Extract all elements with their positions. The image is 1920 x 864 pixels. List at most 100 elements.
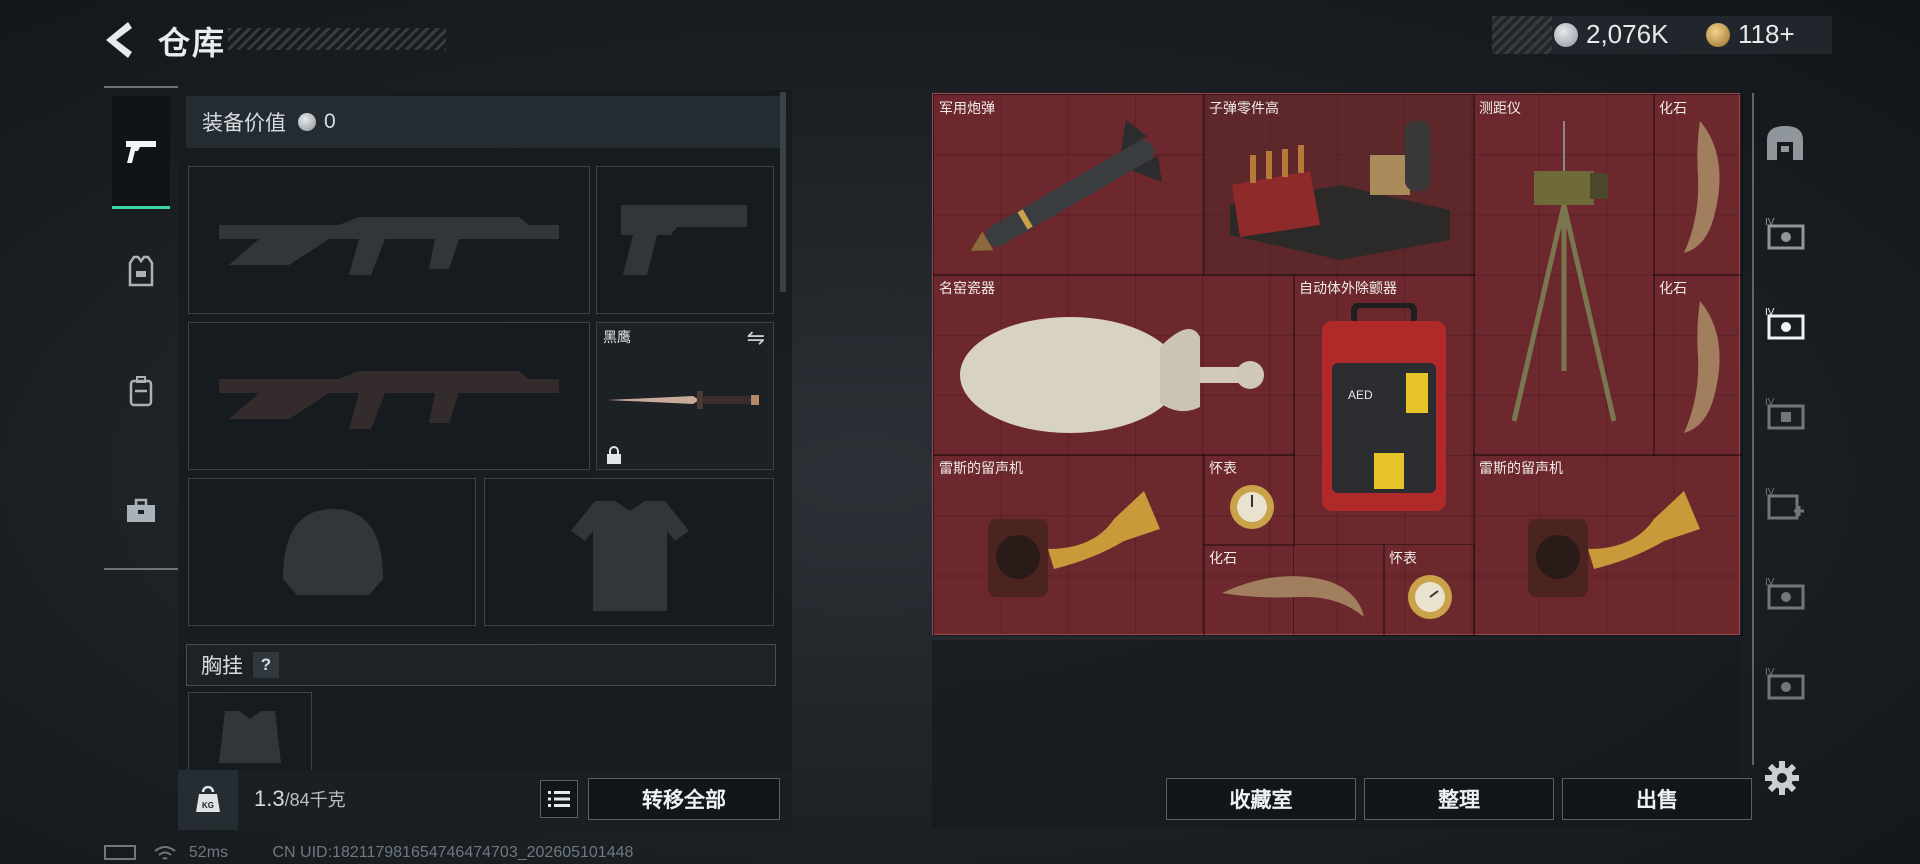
- storage-page-6-button[interactable]: IV: [1760, 651, 1810, 715]
- status-bar: 52ms CN UID:182117981654746474703_202605…: [104, 844, 633, 862]
- svg-text:KG: KG: [202, 801, 214, 810]
- melee-slot[interactable]: 黑鹰 ⇋: [596, 322, 774, 470]
- silver-coin-icon: [1554, 23, 1578, 47]
- swap-icon[interactable]: ⇋: [747, 325, 765, 351]
- body-armor-slot[interactable]: [484, 478, 774, 626]
- storage-item-ammo-parts[interactable]: 子弹零件高: [1203, 94, 1475, 276]
- storage-page-3-button[interactable]: IV: [1760, 381, 1810, 445]
- fossil-claw-icon: [1222, 576, 1364, 617]
- sell-button[interactable]: 出售: [1562, 778, 1752, 820]
- storage-page-5-button[interactable]: IV: [1760, 561, 1810, 625]
- chest-rig-silhouette-icon: [219, 711, 281, 763]
- collection-room-button[interactable]: 收藏室: [1166, 778, 1356, 820]
- gear-icon: [1765, 761, 1799, 795]
- currency-decoration: [1492, 16, 1552, 54]
- wifi-icon: [154, 844, 180, 861]
- weight-current: 1.3: [254, 786, 285, 811]
- storage-box-icon: IV: [1765, 217, 1805, 250]
- pocket-watch-icon: [1408, 575, 1452, 619]
- knife-icon: [607, 391, 759, 409]
- item-label: 雷斯的留声机: [939, 460, 1023, 476]
- storage-item-pocket-watch[interactable]: 怀表: [1203, 454, 1295, 546]
- storage-item-fossil[interactable]: 化石: [1653, 94, 1743, 276]
- transfer-all-button[interactable]: 转移全部: [588, 778, 780, 820]
- gold-coin-icon: [1706, 23, 1730, 47]
- storage-item-fossil[interactable]: 化石: [1203, 544, 1385, 636]
- title-decoration: [228, 28, 446, 50]
- settings-button[interactable]: [1764, 760, 1804, 800]
- storage-page-2-button[interactable]: IV: [1760, 291, 1810, 355]
- storage-page-rail: IV IV IV IV IV IV: [1752, 93, 1812, 765]
- battery-icon: [104, 845, 136, 861]
- rifle-silhouette-icon: [219, 371, 559, 429]
- category-tabs: [104, 86, 178, 570]
- toolbox-icon: [127, 498, 155, 522]
- chest-rig-label: 胸挂: [201, 655, 243, 678]
- back-button[interactable]: [100, 18, 140, 62]
- defibrillator-icon: AED: [1322, 303, 1446, 511]
- pistol-icon: [126, 141, 156, 163]
- equipment-value-amount: 0: [324, 110, 336, 133]
- storage-item-fossil[interactable]: 化石: [1653, 274, 1743, 456]
- storage-item-military-shell[interactable]: 军用炮弹: [933, 94, 1205, 276]
- equipment-scrollbar[interactable]: [780, 92, 786, 292]
- backpack-icon: [129, 376, 153, 407]
- silver-coin-icon: [298, 113, 316, 131]
- pocket-watch-icon: [1230, 485, 1274, 529]
- gold-currency-amount[interactable]: 118+: [1738, 19, 1795, 50]
- organize-button[interactable]: 整理: [1364, 778, 1554, 820]
- silver-currency-amount: 2,076K: [1586, 19, 1669, 49]
- rifle-silhouette-icon: [219, 217, 559, 275]
- item-label: 测距仪: [1479, 100, 1521, 116]
- list-icon: [548, 791, 570, 807]
- back-arrow-icon: [106, 22, 132, 58]
- storage-item-rangefinder[interactable]: 测距仪: [1473, 94, 1655, 456]
- storage-item-gramophone[interactable]: 雷斯的留声机: [933, 454, 1205, 636]
- storage-page-1-button[interactable]: IV: [1760, 201, 1810, 265]
- storage-home-button[interactable]: [1760, 111, 1810, 175]
- missile-icon: [970, 119, 1162, 251]
- fossil-claw-icon: [1684, 121, 1720, 253]
- pistol-silhouette-icon: [621, 205, 747, 275]
- item-label: 雷斯的留声机: [1479, 460, 1563, 476]
- equipment-value-bar: 装备价值 0: [186, 96, 782, 148]
- helmet-silhouette-icon: [283, 509, 383, 595]
- currency-bar: 2,076K 118+: [1492, 16, 1832, 54]
- helmet-slot[interactable]: [188, 478, 476, 626]
- chest-rig-slot[interactable]: [188, 692, 312, 774]
- home-icon: [1767, 126, 1803, 160]
- porcelain-vase-icon: [960, 317, 1264, 433]
- item-label: 化石: [1659, 100, 1687, 116]
- item-label: 化石: [1659, 280, 1687, 296]
- storage-grid: 军用炮弹 子弹零件高 测距仪 化石 名窑瓷器 自动体外除颤器 AED 化石 雷斯…: [932, 93, 1743, 636]
- svg-text:AED: AED: [1348, 388, 1373, 402]
- vest-icon: [128, 255, 154, 287]
- equipment-value-label: 装备价值: [202, 112, 286, 135]
- tab-backpack[interactable]: [112, 336, 170, 446]
- storage-item-porcelain[interactable]: 名窑瓷器: [933, 274, 1295, 456]
- item-label: 自动体外除颤器: [1299, 280, 1397, 296]
- help-icon[interactable]: ?: [253, 652, 279, 678]
- item-label: 名窑瓷器: [939, 280, 995, 296]
- tab-toolbox[interactable]: [112, 456, 170, 566]
- secondary-weapon-slot[interactable]: [188, 322, 590, 470]
- weight-max: /84千克: [284, 790, 346, 810]
- melee-slot-label: 黑鹰: [603, 329, 631, 345]
- storage-page-4-button[interactable]: IV: [1760, 471, 1810, 535]
- chest-rig-header: 胸挂 ?: [186, 644, 776, 686]
- tab-armor[interactable]: [112, 216, 170, 326]
- gramophone-icon: [988, 491, 1160, 597]
- pistol-slot[interactable]: [596, 166, 774, 314]
- primary-weapon-slot[interactable]: [188, 166, 590, 314]
- lock-icon: [607, 446, 621, 464]
- tab-weapons[interactable]: [112, 96, 170, 209]
- storage-box-icon: IV: [1765, 397, 1805, 430]
- weight-readout: 1.3/84千克: [254, 786, 346, 812]
- gramophone-icon: [1528, 491, 1700, 597]
- page-title: 仓库: [158, 25, 227, 61]
- tripod-rangefinder-icon: [1511, 121, 1617, 422]
- list-view-button[interactable]: [540, 780, 578, 818]
- storage-item-pocket-watch[interactable]: 怀表: [1383, 544, 1475, 636]
- armor-silhouette-icon: [571, 501, 689, 611]
- storage-item-gramophone[interactable]: 雷斯的留声机: [1473, 454, 1743, 636]
